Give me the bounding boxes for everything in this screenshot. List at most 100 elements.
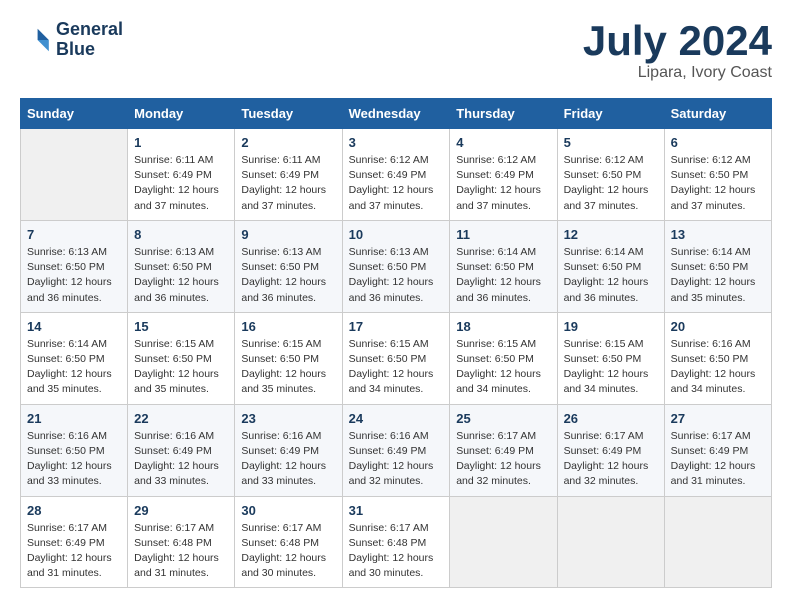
calendar-cell [450,496,557,588]
calendar-cell: 13 Sunrise: 6:14 AMSunset: 6:50 PMDayligh… [664,220,771,312]
calendar-cell: 6 Sunrise: 6:12 AMSunset: 6:50 PMDaylight… [664,129,771,221]
calendar-cell: 4 Sunrise: 6:12 AMSunset: 6:49 PMDaylight… [450,129,557,221]
calendar-body: 1 Sunrise: 6:11 AMSunset: 6:49 PMDaylight… [21,129,772,588]
day-info: Sunrise: 6:15 AMSunset: 6:50 PMDaylight:… [241,337,335,398]
day-number: 18 [456,319,550,334]
calendar-cell: 5 Sunrise: 6:12 AMSunset: 6:50 PMDaylight… [557,129,664,221]
calendar-cell: 21 Sunrise: 6:16 AMSunset: 6:50 PMDayligh… [21,404,128,496]
day-number: 5 [564,135,658,150]
page-header: General Blue July 2024 Lipara, Ivory Coa… [20,20,772,82]
day-number: 28 [27,503,121,518]
calendar-cell [21,129,128,221]
day-info: Sunrise: 6:12 AMSunset: 6:49 PMDaylight:… [456,153,550,214]
day-info: Sunrise: 6:13 AMSunset: 6:50 PMDaylight:… [241,245,335,306]
day-info: Sunrise: 6:16 AMSunset: 6:50 PMDaylight:… [27,429,121,490]
day-number: 22 [134,411,228,426]
day-info: Sunrise: 6:16 AMSunset: 6:49 PMDaylight:… [241,429,335,490]
day-info: Sunrise: 6:15 AMSunset: 6:50 PMDaylight:… [349,337,444,398]
day-info: Sunrise: 6:16 AMSunset: 6:49 PMDaylight:… [349,429,444,490]
logo-icon [20,24,52,56]
calendar-week-row: 28 Sunrise: 6:17 AMSunset: 6:49 PMDayligh… [21,496,772,588]
calendar-week-row: 14 Sunrise: 6:14 AMSunset: 6:50 PMDayligh… [21,312,772,404]
day-info: Sunrise: 6:14 AMSunset: 6:50 PMDaylight:… [27,337,121,398]
day-number: 7 [27,227,121,242]
day-info: Sunrise: 6:14 AMSunset: 6:50 PMDaylight:… [671,245,765,306]
day-number: 25 [456,411,550,426]
day-number: 11 [456,227,550,242]
calendar-day-header: Monday [128,99,235,129]
calendar-cell: 23 Sunrise: 6:16 AMSunset: 6:49 PMDayligh… [235,404,342,496]
calendar-cell: 16 Sunrise: 6:15 AMSunset: 6:50 PMDayligh… [235,312,342,404]
logo-text: General Blue [56,20,123,60]
calendar-cell: 8Sunrise: 6:13 AMSunset: 6:50 PMDaylight… [128,220,235,312]
day-number: 23 [241,411,335,426]
day-number: 2 [241,135,335,150]
day-number: 9 [241,227,335,242]
calendar-cell: 10Sunrise: 6:13 AMSunset: 6:50 PMDayligh… [342,220,450,312]
day-info: Sunrise: 6:17 AMSunset: 6:49 PMDaylight:… [564,429,658,490]
calendar-day-header: Friday [557,99,664,129]
day-info: Sunrise: 6:15 AMSunset: 6:50 PMDaylight:… [134,337,228,398]
day-info: Sunrise: 6:17 AMSunset: 6:49 PMDaylight:… [456,429,550,490]
calendar-table: SundayMondayTuesdayWednesdayThursdayFrid… [20,98,772,588]
day-number: 21 [27,411,121,426]
calendar-cell: 26 Sunrise: 6:17 AMSunset: 6:49 PMDayligh… [557,404,664,496]
day-info: Sunrise: 6:12 AMSunset: 6:50 PMDaylight:… [671,153,765,214]
day-info: Sunrise: 6:17 AMSunset: 6:48 PMDaylight:… [134,521,228,582]
day-number: 20 [671,319,765,334]
day-info: Sunrise: 6:16 AMSunset: 6:50 PMDaylight:… [671,337,765,398]
calendar-header-row: SundayMondayTuesdayWednesdayThursdayFrid… [21,99,772,129]
day-info: Sunrise: 6:17 AMSunset: 6:48 PMDaylight:… [349,521,444,582]
calendar-day-header: Thursday [450,99,557,129]
subtitle: Lipara, Ivory Coast [583,64,772,82]
calendar-cell: 1 Sunrise: 6:11 AMSunset: 6:49 PMDaylight… [128,129,235,221]
calendar-cell: 7 Sunrise: 6:13 AMSunset: 6:50 PMDaylight… [21,220,128,312]
calendar-cell: 31 Sunrise: 6:17 AMSunset: 6:48 PMDayligh… [342,496,450,588]
day-number: 19 [564,319,658,334]
calendar-cell: 11 Sunrise: 6:14 AMSunset: 6:50 PMDayligh… [450,220,557,312]
day-number: 3 [349,135,444,150]
day-info: Sunrise: 6:12 AMSunset: 6:50 PMDaylight:… [564,153,658,214]
calendar-cell: 2Sunrise: 6:11 AMSunset: 6:49 PMDaylight… [235,129,342,221]
calendar-cell: 27Sunrise: 6:17 AMSunset: 6:49 PMDayligh… [664,404,771,496]
day-info: Sunrise: 6:11 AMSunset: 6:49 PMDaylight:… [134,153,228,214]
day-info: Sunrise: 6:12 AMSunset: 6:49 PMDaylight:… [349,153,444,214]
calendar-cell [557,496,664,588]
day-number: 8 [134,227,228,242]
day-info: Sunrise: 6:14 AMSunset: 6:50 PMDaylight:… [564,245,658,306]
main-title: July 2024 [583,20,772,62]
day-number: 13 [671,227,765,242]
day-info: Sunrise: 6:17 AMSunset: 6:49 PMDaylight:… [671,429,765,490]
day-number: 4 [456,135,550,150]
calendar-cell: 15 Sunrise: 6:15 AMSunset: 6:50 PMDayligh… [128,312,235,404]
day-number: 6 [671,135,765,150]
day-info: Sunrise: 6:17 AMSunset: 6:49 PMDaylight:… [27,521,121,582]
day-number: 17 [349,319,444,334]
day-info: Sunrise: 6:15 AMSunset: 6:50 PMDaylight:… [456,337,550,398]
title-block: July 2024 Lipara, Ivory Coast [583,20,772,82]
calendar-cell: 14 Sunrise: 6:14 AMSunset: 6:50 PMDayligh… [21,312,128,404]
calendar-cell: 29 Sunrise: 6:17 AMSunset: 6:48 PMDayligh… [128,496,235,588]
day-number: 1 [134,135,228,150]
day-number: 30 [241,503,335,518]
day-info: Sunrise: 6:16 AMSunset: 6:49 PMDaylight:… [134,429,228,490]
day-number: 14 [27,319,121,334]
day-info: Sunrise: 6:14 AMSunset: 6:50 PMDaylight:… [456,245,550,306]
day-number: 15 [134,319,228,334]
calendar-cell: 12Sunrise: 6:14 AMSunset: 6:50 PMDayligh… [557,220,664,312]
calendar-week-row: 21 Sunrise: 6:16 AMSunset: 6:50 PMDayligh… [21,404,772,496]
day-info: Sunrise: 6:15 AMSunset: 6:50 PMDaylight:… [564,337,658,398]
calendar-day-header: Saturday [664,99,771,129]
calendar-cell: 25 Sunrise: 6:17 AMSunset: 6:49 PMDayligh… [450,404,557,496]
day-number: 10 [349,227,444,242]
calendar-day-header: Tuesday [235,99,342,129]
day-number: 31 [349,503,444,518]
calendar-week-row: 1 Sunrise: 6:11 AMSunset: 6:49 PMDaylight… [21,129,772,221]
day-info: Sunrise: 6:13 AMSunset: 6:50 PMDaylight:… [27,245,121,306]
day-number: 16 [241,319,335,334]
day-info: Sunrise: 6:17 AMSunset: 6:48 PMDaylight:… [241,521,335,582]
day-number: 29 [134,503,228,518]
calendar-cell: 22 Sunrise: 6:16 AMSunset: 6:49 PMDayligh… [128,404,235,496]
calendar-day-header: Sunday [21,99,128,129]
day-number: 26 [564,411,658,426]
